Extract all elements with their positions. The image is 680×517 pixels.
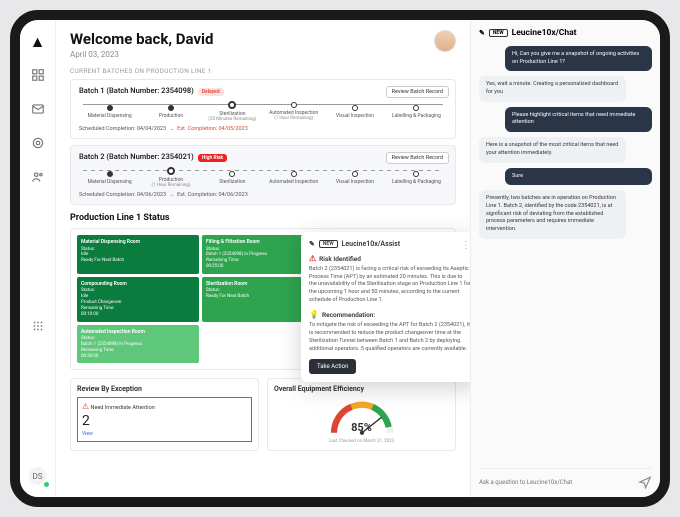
batch-badge: High Risk: [198, 154, 227, 162]
chat-message-bot: Here is a snapshot of the most critical …: [479, 137, 626, 162]
tablet-frame: ▲ DS Welcome back, David April 03, 2023 …: [10, 10, 670, 507]
kpi-review-title: Review By Exception: [77, 385, 252, 393]
review-by-exception-card: Review By Exception ⚠ Need Immediate Att…: [70, 378, 259, 451]
chat-message-bot: Presently, two batches are in operation …: [479, 190, 626, 238]
schedule-line: Scheduled Completion: 04/06/2023 → Est. …: [79, 192, 447, 198]
stage-track: Material DispensingProduction(1 Hour Rem…: [79, 167, 447, 188]
assist-risk-body: Batch 2 (2354021) is facing a critical r…: [309, 266, 470, 304]
main-area: Welcome back, David April 03, 2023 CURRE…: [56, 20, 660, 497]
stage-item: Sterilization(25 Minutes Remaining): [202, 101, 263, 122]
stage-item: Automated Inspection(1 Hour Remaining): [263, 102, 324, 121]
stage-item: Automated Inspection: [263, 171, 324, 185]
warning-icon: ⚠: [82, 402, 89, 411]
nav-users-icon[interactable]: [31, 170, 45, 188]
warning-icon: ⚠: [309, 254, 316, 263]
assist-risk-section: ⚠Risk Identified Batch 2 (2354021) is fa…: [309, 254, 470, 304]
status-panel-title: Production Line 1 Status: [70, 213, 456, 223]
kpi-row: Review By Exception ⚠ Need Immediate Att…: [70, 378, 456, 451]
stage-item: Material Dispensing: [79, 171, 140, 185]
page-title: Welcome back, David: [70, 30, 213, 48]
chat-header: ✎ NEW Leucine10x/Chat: [479, 28, 652, 38]
review-batch-button[interactable]: Review Batch Record: [386, 86, 449, 98]
attention-count: 2: [82, 413, 247, 429]
page-date: April 03, 2023: [70, 50, 213, 59]
room-tile: Material Dispensing RoomStatus:IdleReady…: [77, 235, 199, 274]
batch-badge: Delayed: [198, 88, 224, 96]
room-tile: Compounding RoomStatus:IdleProduct Chang…: [77, 277, 199, 322]
assist-title: Leucine10x/Assist: [342, 240, 400, 248]
avatar[interactable]: [434, 30, 456, 52]
bulb-icon: 💡: [309, 310, 319, 319]
room-tile: Automated Inspection RoomStatus:Batch 1 …: [77, 325, 199, 364]
chat-input-row: [479, 468, 652, 489]
schedule-line: Scheduled Completion: 04/04/2023 → Est. …: [79, 126, 447, 132]
more-icon[interactable]: ⋮: [461, 240, 470, 251]
assist-rec-section: 💡Recommendation: To mitigate the risk of…: [309, 310, 470, 353]
chat-message-bot: Yes, wait a minute. Creating a personali…: [479, 76, 626, 101]
assist-popup: ⋮ ✎ NEW Leucine10x/Assist ⚠Risk Identifi…: [301, 232, 470, 382]
new-badge: NEW: [319, 240, 338, 248]
chat-input[interactable]: [479, 479, 638, 486]
user-initials-badge[interactable]: DS: [29, 467, 47, 485]
chat-message-user: Please highlight critical items that nee…: [505, 107, 652, 132]
chat-messages: Hi, Can you give me a snapshot of ongoin…: [479, 46, 652, 244]
kpi-oee-title: Overall Equipment Efficiency: [274, 385, 449, 393]
chat-title: Leucine10x/Chat: [512, 28, 577, 38]
stage-item: Production(1 Hour Remaining): [140, 167, 201, 188]
stage-item: Production: [140, 105, 201, 119]
sidebar-nav: ▲ DS: [20, 20, 56, 497]
section-label: CURRENT BATCHES ON PRODUCTION LINE 1: [70, 67, 456, 75]
batch-card: Review Batch RecordBatch 2 (Batch Number…: [70, 145, 456, 205]
new-badge: NEW: [489, 29, 508, 37]
stage-track: Material DispensingProductionSterilizati…: [79, 101, 447, 122]
stage-item: Material Dispensing: [79, 105, 140, 119]
stage-item: Visual Inspection: [324, 105, 385, 119]
review-batch-button[interactable]: Review Batch Record: [386, 152, 449, 164]
view-link[interactable]: View: [82, 431, 93, 437]
oee-percent: 85%: [351, 421, 372, 434]
stage-item: Labelling & Packaging: [386, 171, 447, 185]
send-icon[interactable]: [638, 475, 652, 489]
page-header: Welcome back, David April 03, 2023: [70, 30, 456, 59]
stage-item: Sterilization: [202, 171, 263, 185]
oee-gauge: 85% Last Checked on March 31, 2023: [274, 397, 449, 444]
chat-message-user: Hi, Can you give me a snapshot of ongoin…: [505, 46, 652, 71]
stage-item: Visual Inspection: [324, 171, 385, 185]
nav-mail-icon[interactable]: [31, 102, 45, 120]
batch-card: Review Batch RecordBatch 1 (Batch Number…: [70, 79, 456, 139]
content-column: Welcome back, David April 03, 2023 CURRE…: [56, 20, 470, 497]
assist-header: ✎ NEW Leucine10x/Assist: [309, 240, 470, 248]
oee-subtext: Last Checked on March 31, 2023: [274, 439, 449, 444]
take-action-button[interactable]: Take Action: [309, 359, 356, 374]
nav-target-icon[interactable]: [31, 136, 45, 154]
attention-box: ⚠ Need Immediate Attention 2 View: [77, 397, 252, 442]
stage-item: Labelling & Packaging: [386, 105, 447, 119]
nav-dashboard-icon[interactable]: [31, 68, 45, 86]
chat-panel: ✎ NEW Leucine10x/Chat Hi, Can you give m…: [470, 20, 660, 497]
oee-card: Overall Equipment Efficiency 85% Last Ch…: [267, 378, 456, 451]
app-logo: ▲: [30, 32, 46, 52]
attention-label: ⚠ Need Immediate Attention: [82, 402, 247, 411]
assist-rec-body: To mitigate the risk of exceeding the AP…: [309, 322, 470, 353]
nav-apps-icon[interactable]: [31, 319, 45, 337]
chat-message-user: Sure: [505, 168, 652, 186]
